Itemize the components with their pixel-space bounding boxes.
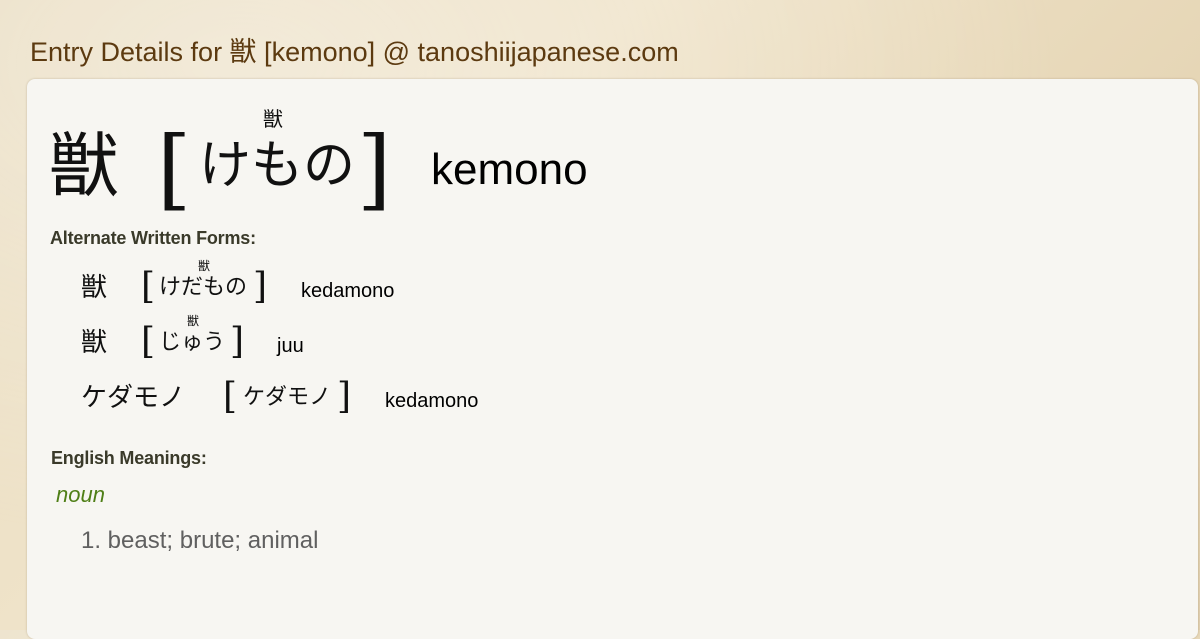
headword-kanji: 獣 xyxy=(49,125,119,207)
alternate-form-ruby: 獣 xyxy=(187,314,200,328)
alternate-form-romaji: kedamono xyxy=(385,390,479,412)
alternate-forms-label: Alternate Written Forms: xyxy=(50,228,256,248)
alternate-form-romaji: juu xyxy=(277,335,304,357)
headword-bracket-close: ] xyxy=(357,117,392,220)
alternate-form-reading: じゅう xyxy=(159,330,226,355)
alternate-form-bracket-open: [ xyxy=(223,376,238,417)
alternate-form-ruby: 獣 xyxy=(198,259,211,273)
alternate-form-bracket-close: ] xyxy=(230,321,245,362)
alternate-form-item: 獣 [ 獣 けだもの ] kedamono xyxy=(27,259,1127,312)
part-of-speech: noun xyxy=(56,482,105,507)
headword-romaji: kemono xyxy=(431,145,588,194)
headword-reading: けもの xyxy=(199,136,356,196)
alternate-form-reading: ケダモノ xyxy=(243,385,332,410)
alternate-form-bracket-open: [ xyxy=(141,321,156,362)
alternate-form-bracket-open: [ xyxy=(141,266,156,307)
alternate-form-written: ケダモノ xyxy=(81,383,186,413)
page-title: Entry Details for 獣 [kemono] @ tanoshiij… xyxy=(30,37,679,67)
alternate-form-reading: けだもの xyxy=(159,275,248,300)
entry-card: 獣 [ 獣 けもの ] kemono Alternate Written For… xyxy=(27,79,1198,639)
alternate-form-written: 獣 xyxy=(81,328,108,358)
alternate-form-item: ケダモノ [ ケダモノ ] kedamono xyxy=(27,372,1127,422)
alternate-form-item: 獣 [ 獣 じゅう ] juu xyxy=(27,314,1127,367)
headword-ruby: 獣 xyxy=(263,107,283,131)
alternate-form-bracket-close: ] xyxy=(253,266,268,307)
headword-bracket-open: [ xyxy=(157,117,192,220)
alternate-form-bracket-close: ] xyxy=(337,376,352,417)
meaning-item: 1. beast; brute; animal xyxy=(81,527,319,554)
alternate-form-romaji: kedamono xyxy=(301,280,395,302)
alternate-form-written: 獣 xyxy=(81,273,108,303)
english-meanings-label: English Meanings: xyxy=(51,448,207,468)
